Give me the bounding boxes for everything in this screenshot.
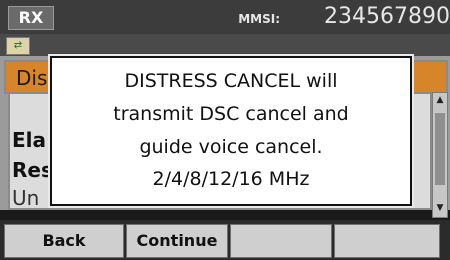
- empty-softkey-4[interactable]: [334, 224, 440, 258]
- scroll-down-icon[interactable]: ▼: [433, 203, 447, 215]
- scroll-thumb[interactable]: [435, 113, 445, 185]
- mode-badge: RX: [8, 6, 54, 30]
- empty-softkey-3[interactable]: [230, 224, 332, 258]
- dialog-line-4: 2/4/8/12/16 MHz: [152, 168, 310, 190]
- mmsi-value: 234567890: [324, 4, 450, 29]
- back-softkey[interactable]: Back: [4, 224, 124, 258]
- continue-softkey[interactable]: Continue: [126, 224, 228, 258]
- icon-strip: ⇄: [0, 34, 450, 56]
- dialog-line-2: transmit DSC cancel and: [113, 103, 349, 125]
- background-row-1: Ela: [12, 128, 47, 152]
- status-bar: RX MMSI: 234567890: [0, 0, 450, 34]
- scroll-up-icon[interactable]: ▲: [433, 95, 447, 107]
- scrollbar[interactable]: ▲ ▼: [432, 92, 448, 218]
- dialog-line-1: DISTRESS CANCEL will: [124, 70, 338, 92]
- background-row-3: Un: [12, 186, 40, 210]
- mmsi-label: MMSI:: [238, 12, 280, 26]
- distress-cancel-dialog: DISTRESS CANCEL will transmit DSC cancel…: [48, 54, 414, 208]
- background-header-title: Dis: [16, 66, 48, 90]
- dialog-line-3: guide voice cancel.: [139, 136, 323, 158]
- background-row-2: Res: [12, 158, 53, 182]
- ship-signal-icon: ⇄: [6, 37, 30, 55]
